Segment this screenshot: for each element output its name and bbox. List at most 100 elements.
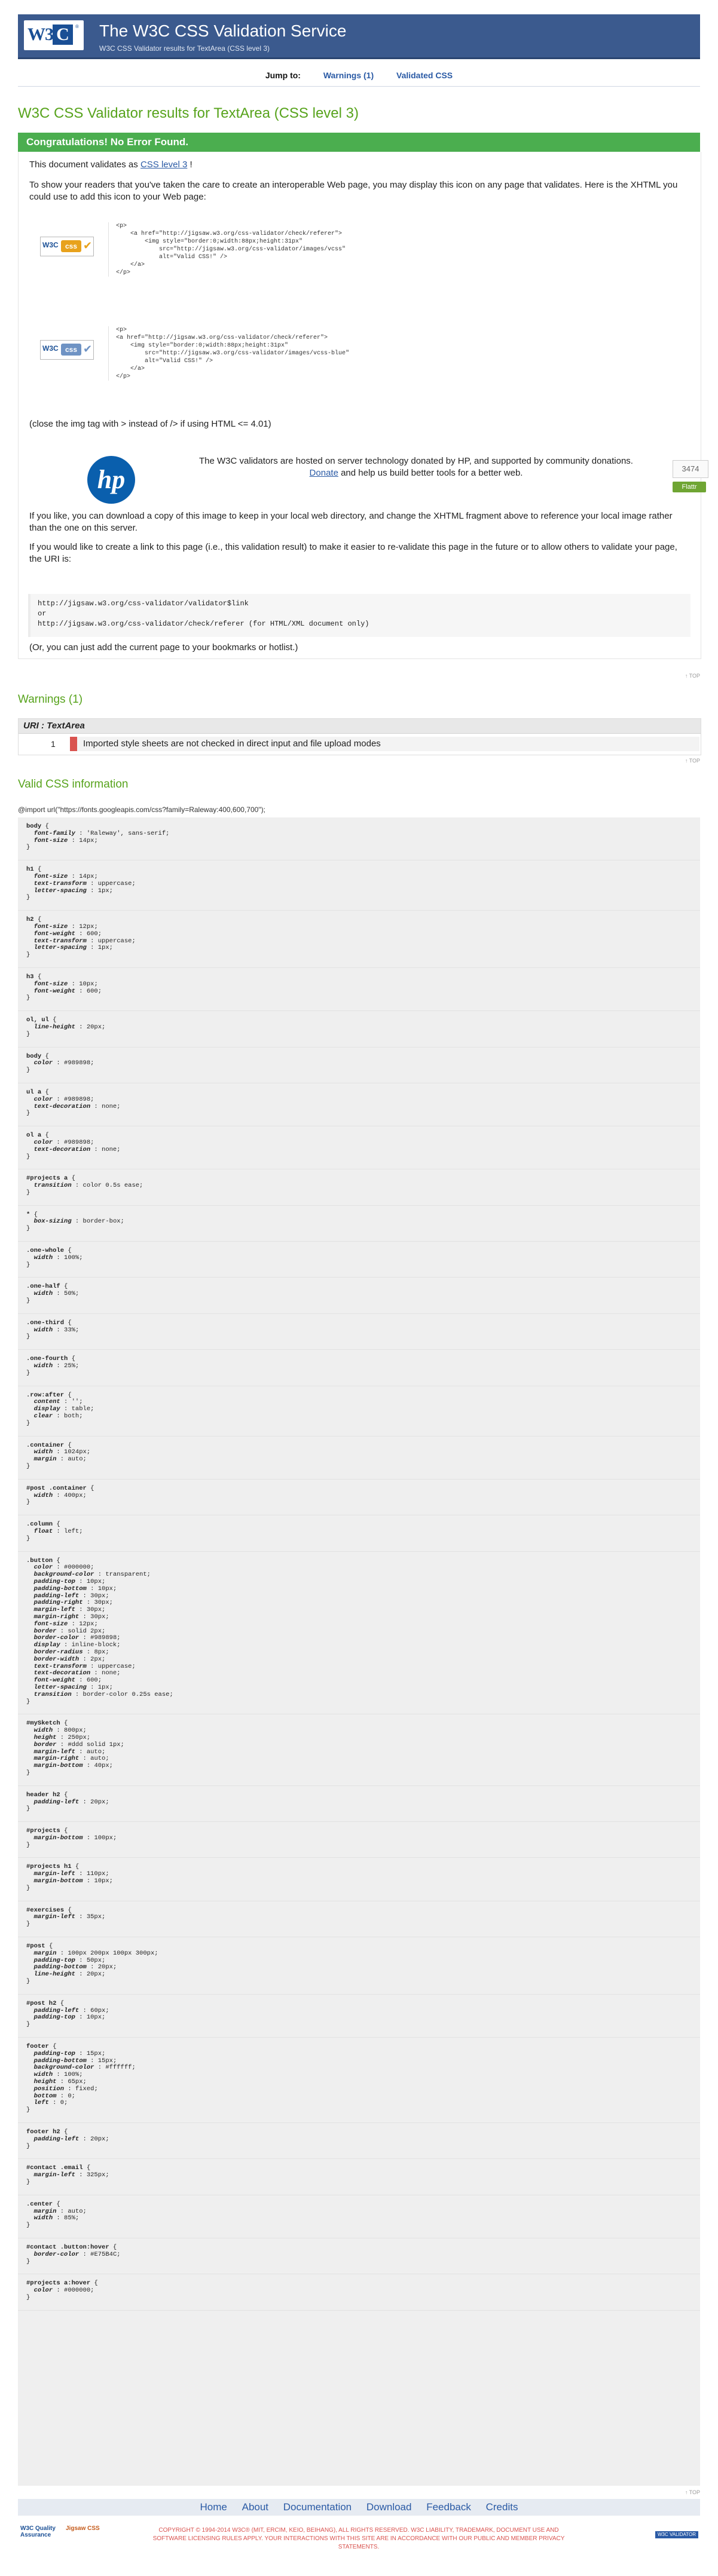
valid-css-badge-gold[interactable]: W3C css ✔ (40, 237, 94, 256)
footer-link-credits[interactable]: Credits (486, 2501, 518, 2513)
css-value: 33% (64, 1326, 75, 1334)
css-rule: .button { color : #000000; background-co… (18, 1552, 700, 1715)
w3c-validator-badge[interactable]: W3C VALIDATOR (655, 2531, 698, 2538)
css-level-link[interactable]: CSS level 3 (140, 160, 187, 170)
css-rule: .one-half { width : 50%; } (18, 1278, 700, 1314)
footer-link-about[interactable]: About (242, 2501, 268, 2513)
site-header: W3 C ® The W3C CSS Validation Service W3… (18, 14, 700, 59)
css-value: #E75B4C (90, 2250, 117, 2258)
css-property: font-size (33, 837, 68, 844)
back-to-top-link[interactable]: ↑ TOP (685, 673, 700, 679)
css-property: margin-left (33, 1870, 75, 1878)
footer-nav: Home About Documentation Download Feedba… (18, 2499, 700, 2516)
css-selector: #post h2 (26, 1999, 57, 2007)
css-property: margin-bottom (33, 1762, 83, 1770)
css-value: 15px (86, 2050, 102, 2057)
css-property: height (33, 2078, 57, 2086)
css-value: #000000 (64, 1564, 91, 1572)
back-to-top-link[interactable]: ↑ TOP (685, 758, 700, 764)
css-value: 0 (60, 2099, 65, 2107)
css-selector: ol a (26, 1132, 42, 1140)
css-property: font-size (33, 872, 68, 880)
css-property: padding-left (33, 1592, 80, 1600)
css-rule: #projects h1 { margin-left : 110px; marg… (18, 1858, 700, 1901)
css-selector: .row:after (26, 1391, 65, 1399)
warnings-heading: Warnings (1) (18, 693, 83, 706)
css-value: 600 (86, 987, 98, 995)
css-selector: ol, ul (26, 1016, 49, 1024)
link-note: If you would like to create a link to th… (29, 542, 677, 564)
css-value: auto (68, 1456, 83, 1463)
css-value: 1px (97, 1683, 109, 1691)
warnings-uri: URI : TextArea (19, 719, 701, 734)
css-value: 10px (79, 980, 94, 988)
css-value: 15px (97, 2057, 113, 2065)
css-property: background-color (33, 2064, 94, 2072)
w3c-qa-logo[interactable]: W3C Quality Assurance (20, 2525, 56, 2547)
hp-logo[interactable]: hp (87, 456, 135, 504)
css-property: transition (33, 1182, 72, 1190)
css-property: border-color (33, 1634, 80, 1642)
css-value: #ddd solid 1px (68, 1741, 121, 1748)
congrats-panel: This document validates as CSS level 3 !… (18, 152, 708, 659)
jump-link-validated-css[interactable]: Validated CSS (396, 71, 453, 80)
footer-link-feedback[interactable]: Feedback (426, 2501, 471, 2513)
css-selector: .one-third (26, 1319, 65, 1327)
css-value: transparent (105, 1571, 147, 1579)
css-property: text-transform (33, 937, 87, 945)
footer-link-documentation[interactable]: Documentation (283, 2501, 352, 2513)
footer-link-home[interactable]: Home (200, 2501, 227, 2513)
css-property: font-weight (33, 987, 75, 995)
css-property: font-size (33, 980, 68, 988)
css-rule: #post h2 { padding-left : 60px; padding-… (18, 1995, 700, 2038)
css-value: border-color 0.25s ease (83, 1690, 170, 1698)
badge-code-gold[interactable]: <p> <a href="http://jigsaw.w3.org/css-va… (108, 222, 346, 277)
css-selector: header h2 (26, 1791, 60, 1799)
jump-link-warnings[interactable]: Warnings (1) (323, 71, 374, 80)
css-property: position (33, 2085, 65, 2093)
css-rule: #post .container { width : 400px; } (18, 1480, 700, 1516)
css-property: margin (33, 1456, 57, 1463)
donate-link[interactable]: Donate (310, 468, 338, 478)
revalidate-uri[interactable]: http://jigsaw.w3.org/css-validator/valid… (28, 594, 690, 637)
css-property: margin (33, 2207, 57, 2215)
css-property: width (33, 1290, 53, 1298)
flattr-button[interactable]: Flattr (673, 482, 706, 492)
css-property: text-decoration (33, 1102, 91, 1110)
css-value: 65px (68, 2078, 83, 2086)
css-property: height (33, 1733, 57, 1741)
css-rule: #contact .button:hover { border-color : … (18, 2238, 700, 2275)
css-property: padding-bottom (33, 1964, 87, 1971)
css-rule: #exercises { margin-left : 35px; } (18, 1901, 700, 1938)
valid-css-badge-blue[interactable]: W3C css ✔ (40, 340, 94, 360)
css-value: 10px (94, 1877, 109, 1885)
css-property: display (33, 1641, 60, 1649)
css-value: 0 (68, 2092, 72, 2100)
css-rule: .container { width : 1024px; margin : au… (18, 1436, 700, 1480)
css-value: 'Raleway', sans-serif (86, 829, 166, 837)
css-property: margin-left (33, 1913, 75, 1921)
css-property: line-height (33, 1023, 75, 1031)
flattr-counter: 3474 (673, 460, 708, 478)
css-value: #989898 (64, 1095, 91, 1103)
css-property: font-family (33, 829, 75, 837)
css-selector: h1 (26, 866, 34, 874)
back-to-top-link[interactable]: ↑ TOP (685, 2489, 700, 2495)
css-value: 20px (86, 1023, 102, 1031)
css-value: 14px (79, 837, 94, 844)
css-value: 100% (64, 2071, 80, 2079)
css-rule: header h2 { padding-left : 20px; } (18, 1786, 700, 1823)
badge-code-blue[interactable]: <p> <a href="http://jigsaw.w3.org/css-va… (108, 326, 349, 381)
css-property: margin-bottom (33, 1877, 83, 1885)
w3c-logo[interactable]: W3 C ® (24, 20, 84, 50)
css-rule: #projects a:hover { color : #000000; } (18, 2274, 700, 2311)
jigsaw-logo[interactable]: Jigsaw CSS (66, 2525, 108, 2547)
css-value: none (102, 1670, 117, 1677)
css-selector: .one-fourth (26, 1355, 68, 1363)
page-header-title[interactable]: The W3C CSS Validation Service (99, 22, 346, 41)
css-property: font-weight (33, 1677, 75, 1684)
footer-link-download[interactable]: Download (366, 2501, 412, 2513)
css-rule: body { color : #989898; } (18, 1047, 700, 1083)
css-value: both (64, 1413, 80, 1420)
css-property: color (33, 2287, 53, 2295)
